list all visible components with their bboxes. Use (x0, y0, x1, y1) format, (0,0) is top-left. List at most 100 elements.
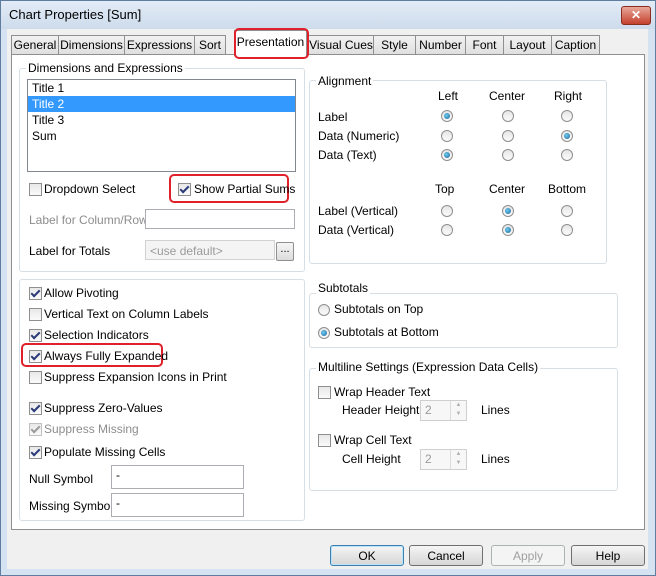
valign-row-label-vertical: Label (Vertical) (318, 204, 399, 218)
align-row-data-numeric: Data (Numeric) (318, 129, 400, 143)
highlight-presentation-tab (234, 28, 309, 59)
suppress-zero-values-checkbox[interactable] (29, 402, 42, 415)
subtotals-top-label: Subtotals on Top (334, 302, 424, 316)
list-item[interactable]: Title 1 (28, 80, 295, 96)
data-vertical-center-radio[interactable] (502, 224, 514, 236)
tab-number[interactable]: Number (415, 35, 466, 55)
data-numeric-right-radio[interactable] (561, 130, 573, 142)
align-col-right: Right (554, 89, 583, 103)
show-partial-sums-label: Show Partial Sums (194, 182, 296, 196)
vertical-text-label: Vertical Text on Column Labels (44, 307, 209, 321)
data-text-left-radio[interactable] (441, 149, 453, 161)
label-column-row-label: Label for Column/Row (29, 213, 148, 227)
spinner-arrows-icon[interactable]: ▲ ▼ (450, 450, 466, 469)
header-height-value: 2 (425, 403, 432, 417)
label-right-radio[interactable] (561, 110, 573, 122)
spinner-arrows-icon[interactable]: ▲ ▼ (450, 401, 466, 420)
selection-indicators-label: Selection Indicators (44, 328, 149, 342)
label-totals-input[interactable]: <use default> (145, 240, 275, 260)
null-symbol-input[interactable]: - (111, 465, 244, 489)
tab-caption[interactable]: Caption (551, 35, 600, 55)
suppress-missing-checkbox[interactable] (29, 423, 42, 436)
subtotals-top-radio[interactable] (318, 304, 330, 316)
tab-layout[interactable]: Layout (503, 35, 552, 55)
ok-button[interactable]: OK (330, 545, 404, 566)
allow-pivoting-checkbox[interactable] (29, 287, 42, 300)
tab-sort[interactable]: Sort (194, 35, 226, 55)
always-fully-expanded-checkbox[interactable] (29, 350, 42, 363)
label-left-radio[interactable] (441, 110, 453, 122)
wrap-cell-text-label: Wrap Cell Text (334, 433, 412, 447)
dropdown-select-label: Dropdown Select (44, 182, 136, 196)
tab-general[interactable]: General (11, 35, 59, 55)
cell-height-unit: Lines (481, 452, 510, 466)
header-height-unit: Lines (481, 403, 510, 417)
label-column-row-input[interactable] (145, 209, 295, 229)
list-item[interactable]: Title 3 (28, 112, 295, 128)
valign-col-center: Center (489, 182, 526, 196)
tab-expressions[interactable]: Expressions (124, 35, 195, 55)
cell-height-spinner[interactable]: 2 ▲ ▼ (420, 449, 467, 470)
list-item-selected[interactable]: Title 2 (28, 96, 295, 112)
missing-symbol-input[interactable]: - (111, 493, 244, 517)
missing-symbol-label: Missing Symbol (29, 499, 114, 513)
dims-expr-group-title: Dimensions and Expressions (26, 61, 185, 75)
suppress-zero-values-label: Suppress Zero-Values (44, 401, 163, 415)
dims-expr-list[interactable]: Title 1 Title 2 Title 3 Sum (27, 79, 296, 172)
close-button[interactable]: ✕ (621, 6, 651, 25)
header-height-label: Header Height (342, 403, 420, 417)
subtotals-bottom-label: Subtotals at Bottom (334, 325, 439, 339)
tab-dimensions[interactable]: Dimensions (58, 35, 125, 55)
align-col-center: Center (489, 89, 526, 103)
data-numeric-left-radio[interactable] (441, 130, 453, 142)
wrap-header-text-checkbox[interactable] (318, 386, 331, 399)
allow-pivoting-label: Allow Pivoting (44, 286, 119, 300)
dropdown-select-checkbox[interactable] (29, 183, 42, 196)
selection-indicators-checkbox[interactable] (29, 329, 42, 342)
label-totals-browse-button[interactable]: ... (276, 242, 294, 261)
label-center-radio[interactable] (502, 110, 514, 122)
cell-height-label: Cell Height (342, 452, 401, 466)
title-bar[interactable]: Chart Properties [Sum] ✕ (1, 1, 655, 29)
populate-missing-cells-checkbox[interactable] (29, 446, 42, 459)
header-height-spinner[interactable]: 2 ▲ ▼ (420, 400, 467, 421)
label-totals-label: Label for Totals (29, 244, 111, 258)
suppress-missing-label: Suppress Missing (44, 422, 139, 436)
close-icon: ✕ (630, 8, 642, 22)
data-text-center-radio[interactable] (502, 149, 514, 161)
cancel-button[interactable]: Cancel (409, 545, 483, 566)
label-vertical-top-radio[interactable] (441, 205, 453, 217)
label-vertical-bottom-radio[interactable] (561, 205, 573, 217)
suppress-expansion-icons-checkbox[interactable] (29, 371, 42, 384)
suppress-expansion-icons-label: Suppress Expansion Icons in Print (44, 370, 227, 384)
label-vertical-center-radio[interactable] (502, 205, 514, 217)
valign-col-top: Top (435, 182, 455, 196)
tab-style[interactable]: Style (373, 35, 416, 55)
align-row-label: Label (318, 110, 348, 124)
wrap-cell-text-checkbox[interactable] (318, 434, 331, 447)
tab-font[interactable]: Font (465, 35, 504, 55)
align-col-left: Left (438, 89, 459, 103)
subtotals-group-title: Subtotals (316, 281, 371, 295)
multiline-group-title: Multiline Settings (Expression Data Cell… (316, 360, 541, 374)
help-button[interactable]: Help (571, 545, 645, 566)
vertical-text-checkbox[interactable] (29, 308, 42, 321)
data-vertical-bottom-radio[interactable] (561, 224, 573, 236)
subtotals-bottom-radio[interactable] (318, 327, 330, 339)
data-numeric-center-radio[interactable] (502, 130, 514, 142)
list-item[interactable]: Sum (28, 128, 295, 144)
data-text-right-radio[interactable] (561, 149, 573, 161)
always-fully-expanded-label: Always Fully Expanded (44, 349, 169, 363)
alignment-group-title: Alignment (316, 74, 374, 88)
data-vertical-top-radio[interactable] (441, 224, 453, 236)
align-row-data-text: Data (Text) (318, 148, 377, 162)
null-symbol-label: Null Symbol (29, 472, 94, 486)
valign-col-bottom: Bottom (548, 182, 587, 196)
apply-button[interactable]: Apply (491, 545, 565, 566)
show-partial-sums-checkbox[interactable] (178, 183, 191, 196)
wrap-header-text-label: Wrap Header Text (334, 385, 431, 399)
populate-missing-cells-label: Populate Missing Cells (44, 445, 166, 459)
valign-row-data-vertical: Data (Vertical) (318, 223, 395, 237)
window-title: Chart Properties [Sum] (9, 7, 142, 22)
tab-visual-cues[interactable]: Visual Cues (308, 35, 374, 55)
